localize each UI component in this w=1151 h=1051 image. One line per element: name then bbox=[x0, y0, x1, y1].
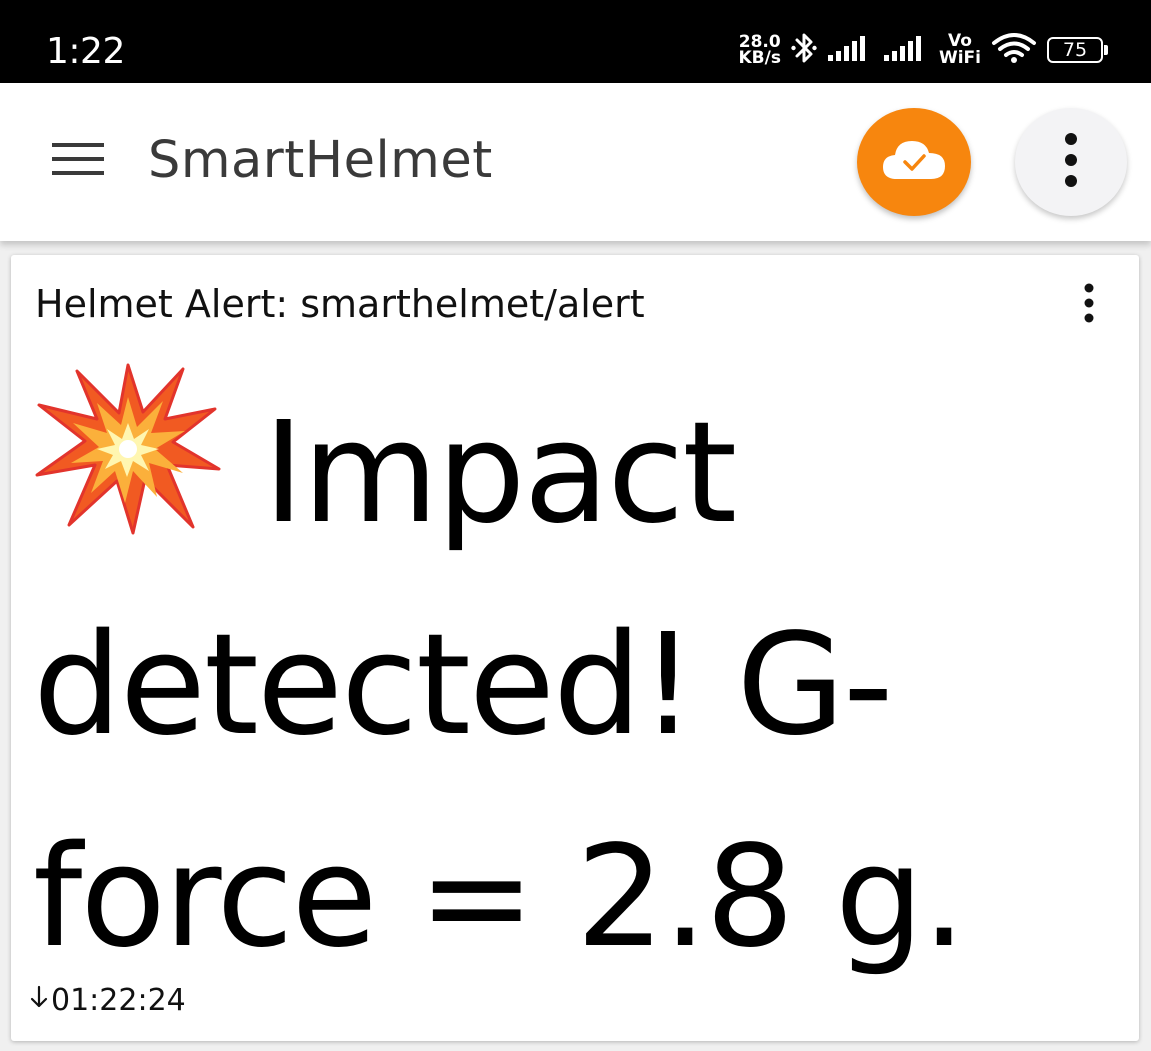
alert-card[interactable]: Helmet Alert: smarthelmet/alert Impact d… bbox=[11, 255, 1139, 1041]
status-bar: 1:22 28.0 KB/s Vo WiFi 75 bbox=[0, 0, 1151, 83]
network-speed: 28.0 KB/s bbox=[738, 34, 781, 68]
status-time: 1:22 bbox=[46, 31, 125, 72]
collision-icon bbox=[33, 357, 223, 537]
card-header: Helmet Alert: smarthelmet/alert bbox=[35, 282, 645, 326]
wifi-icon bbox=[991, 31, 1037, 69]
app-title: SmartHelmet bbox=[148, 131, 493, 190]
vowifi-indicator: Vo WiFi bbox=[939, 33, 981, 67]
signal-icon bbox=[883, 33, 929, 67]
alert-timestamp: 01:22:24 bbox=[29, 981, 186, 1021]
signal-icon bbox=[827, 33, 873, 67]
cloud-status-button[interactable] bbox=[857, 108, 971, 216]
network-speed-unit: KB/s bbox=[738, 48, 781, 68]
alert-message-block: Impact detected! G-force = 2.8 g. bbox=[33, 357, 1113, 1004]
menu-icon bbox=[52, 141, 104, 181]
card-menu-button[interactable] bbox=[1069, 277, 1109, 333]
timestamp-text: 01:22:24 bbox=[51, 983, 186, 1018]
arrow-down-icon bbox=[29, 981, 49, 1021]
more-vert-icon bbox=[1084, 283, 1094, 327]
app-bar: SmartHelmet bbox=[0, 83, 1151, 241]
more-vert-icon bbox=[1064, 132, 1078, 192]
battery-icon: 75 bbox=[1047, 37, 1108, 63]
bluetooth-icon bbox=[791, 31, 817, 69]
status-icons: 28.0 KB/s Vo WiFi 75 bbox=[739, 25, 1108, 75]
vowifi-bottom: WiFi bbox=[938, 48, 981, 68]
cloud-check-icon bbox=[881, 137, 947, 187]
menu-button[interactable] bbox=[38, 129, 118, 193]
overflow-menu-button[interactable] bbox=[1015, 108, 1127, 216]
